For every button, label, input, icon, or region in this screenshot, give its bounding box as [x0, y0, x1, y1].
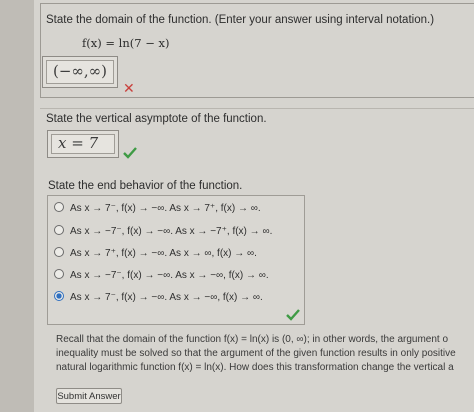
radio-selected-icon[interactable] [54, 291, 64, 301]
option-3[interactable]: As x → 7⁺, f(x) → −∞. As x → ∞, f(x) → ∞… [54, 247, 257, 259]
domain-answer-value: (−∞,∞) [53, 62, 108, 80]
radio-icon[interactable] [54, 202, 64, 212]
radio-icon[interactable] [54, 269, 64, 279]
domain-answer-field[interactable]: (−∞,∞) [42, 56, 118, 88]
asymptote-prompt: State the vertical asymptote of the func… [46, 113, 267, 125]
hint-line-1: Recall that the domain of the function f… [56, 334, 449, 345]
incorrect-x-icon: ✕ [123, 80, 135, 96]
correct-check-icon [286, 309, 300, 321]
option-1[interactable]: As x → 7⁻, f(x) → −∞. As x → 7⁺, f(x) → … [54, 202, 261, 214]
domain-prompt: State the domain of the function. (Enter… [46, 14, 435, 26]
radio-icon[interactable] [54, 247, 64, 257]
option-5[interactable]: As x → 7⁻, f(x) → −∞. As x → −∞, f(x) → … [54, 291, 263, 303]
asymptote-answer-field[interactable]: x = 7 [47, 130, 119, 158]
correct-check-icon [123, 147, 137, 159]
option-4[interactable]: As x → −7⁻, f(x) → −∞. As x → −∞, f(x) →… [54, 269, 269, 281]
radio-icon[interactable] [54, 225, 64, 235]
section-divider [40, 108, 474, 109]
end-behavior-prompt: State the end behavior of the function. [48, 180, 243, 192]
asymptote-answer-value: x = 7 [58, 134, 99, 152]
submit-answer-button[interactable]: Submit Answer [56, 388, 122, 404]
hint-line-2: inequality must be solved so that the ar… [56, 348, 456, 359]
hint-line-3: natural logarithmic function f(x) = ln(x… [56, 362, 454, 373]
end-behavior-options: As x → 7⁻, f(x) → −∞. As x → 7⁺, f(x) → … [47, 195, 305, 325]
option-2[interactable]: As x → −7⁻, f(x) → −∞. As x → −7⁺, f(x) … [54, 225, 272, 237]
function-definition: f(x) = ln(7 − x) [82, 36, 170, 50]
